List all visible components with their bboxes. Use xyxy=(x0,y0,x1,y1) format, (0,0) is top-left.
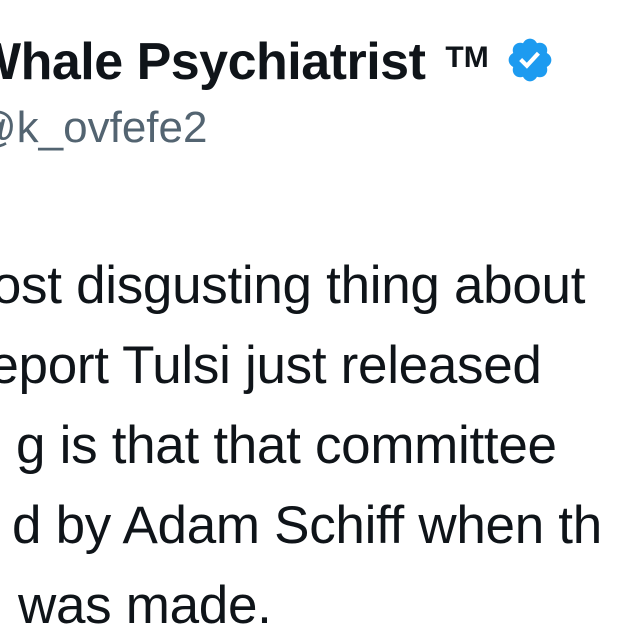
tweet-header: Whale Psychiatrist TM @k_ovfefe2 xyxy=(0,22,555,154)
tweet-body-line: report Tulsi just released xyxy=(0,336,542,395)
tweet-body: most disgusting thing about report Tulsi… xyxy=(0,246,602,629)
verified-badge-icon xyxy=(508,38,552,82)
tweet-body-line: most disgusting thing about xyxy=(0,256,586,315)
tweet-card: Whale Psychiatrist TM @k_ovfefe2 most di… xyxy=(0,0,630,629)
tweet-body-line: was made. xyxy=(18,576,272,629)
trademark-symbol: TM xyxy=(445,41,489,74)
tweet-body-line: g is that that committee xyxy=(16,416,557,475)
author-handle[interactable]: @k_ovfefe2 xyxy=(0,102,555,154)
tweet-body-line: d by Adam Schiff when th xyxy=(12,496,602,555)
author-name-row[interactable]: Whale Psychiatrist TM xyxy=(0,22,555,102)
author-display-name[interactable]: Whale Psychiatrist xyxy=(0,32,426,92)
